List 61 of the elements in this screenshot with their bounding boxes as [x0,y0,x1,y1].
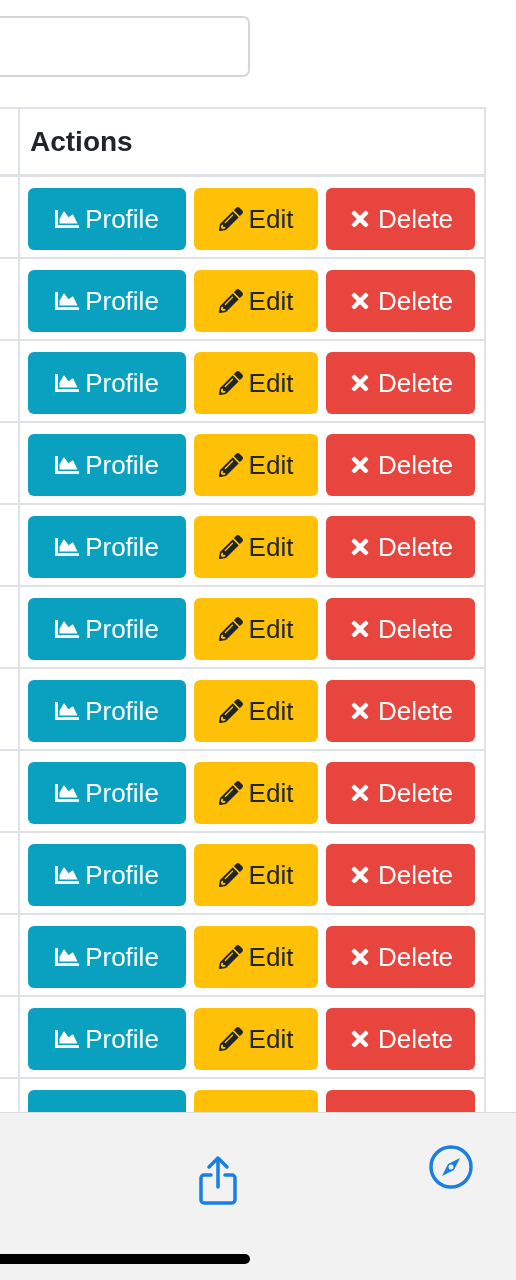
edit-button[interactable]: Edit [194,762,318,824]
pencil-icon [218,289,243,313]
pencil-icon [218,945,243,969]
edit-button[interactable]: Edit [194,270,318,332]
compass-icon[interactable] [427,1143,475,1191]
profile-button[interactable]: Profile [28,270,186,332]
delete-button[interactable]: Delete [326,762,475,824]
edit-button[interactable]: Edit [194,352,318,414]
delete-button[interactable] [326,1090,475,1113]
profile-button[interactable]: Profile [28,434,186,496]
delete-button[interactable]: Delete [326,844,475,906]
profile-button[interactable]: Profile [28,516,186,578]
edit-button[interactable]: Edit [194,188,318,250]
chart-area-icon [55,207,80,231]
chart-area-icon [55,699,80,723]
delete-button[interactable]: Delete [326,680,475,742]
pencil-icon [218,617,243,641]
pencil-icon [218,1027,243,1051]
profile-button[interactable]: Profile [28,1008,186,1070]
pencil-icon [218,863,243,887]
pencil-icon [218,535,243,559]
pencil-icon [218,699,243,723]
profile-button[interactable] [28,1090,186,1113]
delete-button[interactable]: Delete [326,598,475,660]
edit-button[interactable]: Edit [194,680,318,742]
profile-button[interactable]: Profile [28,680,186,742]
chart-area-icon [55,945,80,969]
chart-area-icon [55,289,80,313]
delete-button[interactable]: Delete [326,1008,475,1070]
delete-button[interactable]: Delete [326,926,475,988]
delete-button[interactable]: Delete [326,516,475,578]
delete-button[interactable]: Delete [326,352,475,414]
chart-area-icon [55,535,80,559]
chart-area-icon [55,371,80,395]
profile-button[interactable]: Profile [28,762,186,824]
delete-button[interactable]: Delete [326,270,475,332]
pencil-icon [218,371,243,395]
edit-button[interactable]: Edit [194,598,318,660]
chart-area-icon [55,617,80,641]
chart-area-icon [55,781,80,805]
profile-button[interactable]: Profile [28,188,186,250]
edit-button[interactable]: Edit [194,516,318,578]
profile-button[interactable]: Profile [28,844,186,906]
delete-button[interactable]: Delete [326,188,475,250]
profile-button[interactable]: Profile [28,926,186,988]
chart-area-icon [55,1027,80,1051]
edit-button[interactable]: Edit [194,926,318,988]
edit-button[interactable]: Edit [194,434,318,496]
share-icon[interactable] [197,1155,239,1207]
edit-button[interactable]: Edit [194,844,318,906]
search-field[interactable] [0,16,250,77]
pencil-icon [218,781,243,805]
profile-button[interactable]: Profile [28,352,186,414]
profile-button[interactable]: Profile [28,598,186,660]
pencil-icon [218,453,243,477]
chart-area-icon [55,863,80,887]
edit-button[interactable]: Edit [194,1008,318,1070]
delete-button[interactable]: Delete [326,434,475,496]
pencil-icon [218,207,243,231]
chart-area-icon [55,453,80,477]
column-header: Actions [18,109,486,174]
